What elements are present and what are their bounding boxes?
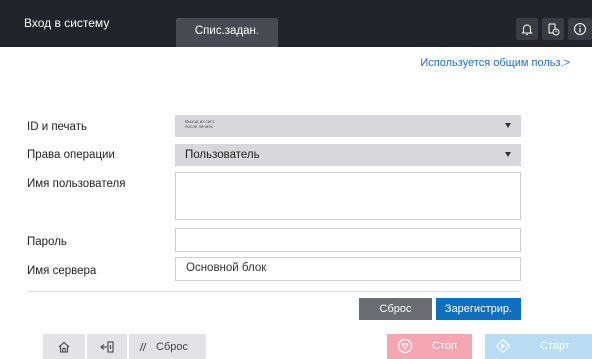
logout-button[interactable] xyxy=(87,334,127,359)
id-print-value-line2: после печати xyxy=(185,124,213,129)
reset-icon xyxy=(139,342,147,351)
password-label: Пароль xyxy=(27,236,67,248)
logout-icon xyxy=(100,340,114,353)
divider xyxy=(27,291,521,292)
home-button[interactable] xyxy=(43,334,85,359)
start-icon xyxy=(495,338,511,354)
device-icon[interactable] xyxy=(542,18,564,40)
top-bar: Вход в систему Спис.задан. xyxy=(0,0,592,47)
register-button[interactable]: Зарегистрир. xyxy=(436,298,521,320)
rights-dropdown[interactable]: Пользователь xyxy=(175,144,521,166)
stop-icon xyxy=(397,338,413,354)
rights-label: Права операции xyxy=(27,149,115,161)
home-icon xyxy=(58,341,70,353)
shared-user-link[interactable]: Используется общим польз.> xyxy=(420,57,570,69)
reset-button[interactable]: Сброс xyxy=(359,298,432,320)
chevron-down-icon xyxy=(505,152,511,157)
screen-title: Вход в систему xyxy=(24,16,110,30)
password-field[interactable] xyxy=(175,228,521,252)
start-label: Старт xyxy=(540,340,570,352)
id-print-value: Выход из сист. после печати xyxy=(185,119,215,129)
id-print-label: ID и печать xyxy=(27,121,87,133)
start-button[interactable]: Старт xyxy=(485,334,592,359)
id-print-dropdown[interactable]: Выход из сист. после печати xyxy=(175,115,521,137)
tab-job-list[interactable]: Спис.задан. xyxy=(176,18,278,47)
rights-value: Пользователь xyxy=(185,149,260,161)
chevron-down-icon xyxy=(505,123,511,128)
server-value: Основной блок xyxy=(186,262,267,274)
stop-label: Стоп xyxy=(432,340,457,352)
username-field[interactable] xyxy=(175,172,521,220)
bottom-reset-label: Сброс xyxy=(156,340,188,353)
stop-button[interactable]: Стоп xyxy=(387,334,472,359)
server-field[interactable]: Основной блок xyxy=(175,257,521,281)
info-icon[interactable] xyxy=(568,18,592,40)
bell-icon[interactable] xyxy=(516,18,538,40)
bottom-reset-button[interactable]: Сброс xyxy=(129,334,206,359)
username-label: Имя пользователя xyxy=(27,178,126,190)
server-label: Имя сервера xyxy=(27,265,97,277)
